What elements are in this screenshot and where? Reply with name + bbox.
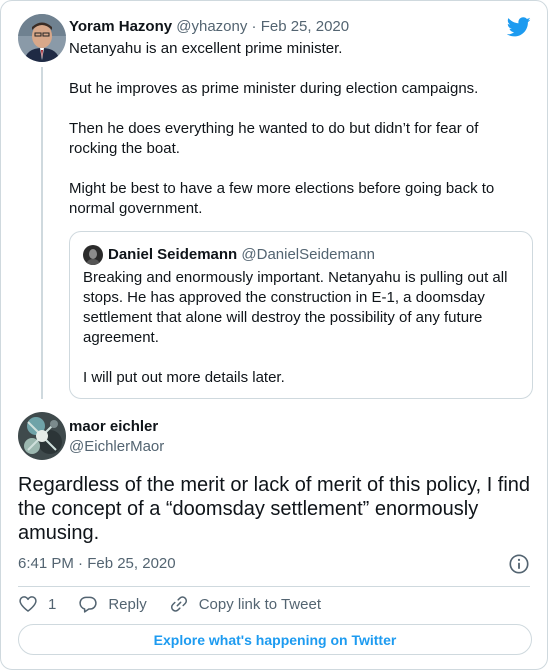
daniel-seidemann-avatar [83, 245, 103, 265]
reply-icon [79, 596, 98, 613]
quoted-paragraph: Breaking and enormously important. Netan… [83, 269, 508, 346]
twitter-bird-icon[interactable] [507, 15, 531, 39]
info-icon[interactable] [508, 553, 530, 575]
reply-to-text: Netanyahu is an excellent prime minister… [69, 39, 519, 239]
quoted-header: Daniel Seidemann @DanielSeidemann [108, 245, 375, 265]
reply-to-paragraph: Netanyahu is an excellent prime minister… [69, 40, 343, 57]
tweet-author-name-row: maor eichler [69, 417, 158, 437]
tweet-text: Regardless of the merit or lack of merit… [18, 474, 531, 544]
quoted-author-name: Daniel Seidemann [108, 246, 238, 263]
reply-button[interactable]: Reply [78, 594, 147, 614]
like-button[interactable]: 1 [18, 594, 56, 614]
reply-to-paragraph: But he improves as prime minister during… [69, 80, 479, 97]
quoted-text: Breaking and enormously important. Netan… [83, 268, 513, 408]
reply-to-header: Yoram Hazony @yhazony · Feb 25, 2020 [69, 17, 349, 37]
tweet-actions: 1 Reply Copy link to Tweet [18, 592, 343, 616]
reply-to-paragraph: Might be best to have a few more electio… [69, 180, 495, 217]
heart-icon [19, 596, 37, 612]
quoted-paragraph: I will put out more details later. [83, 369, 285, 386]
like-count: 1 [48, 595, 57, 613]
quoted-author-handle: @DanielSeidemann [241, 246, 376, 263]
yoram-hazony-avatar[interactable] [18, 14, 66, 62]
author-handle-date[interactable]: @yhazony · Feb 25, 2020 [176, 18, 349, 35]
link-icon [170, 596, 187, 612]
reply-to-paragraph: Then he does everything he wanted to do … [69, 120, 479, 157]
quoted-tweet[interactable]: Daniel Seidemann @DanielSeidemann Breaki… [69, 231, 533, 399]
tweet-author-handle[interactable]: @EichlerMaor [69, 438, 164, 455]
tweet-author-handle-row: @EichlerMaor [69, 437, 164, 457]
tweet-timestamp[interactable]: 6:41 PM · Feb 25, 2020 [18, 554, 176, 574]
copy-link-label: Copy link to Tweet [198, 595, 321, 613]
copy-link-button[interactable]: Copy link to Tweet [169, 594, 321, 614]
tweet-embed-card: Yoram Hazony @yhazony · Feb 25, 2020 Net… [0, 0, 548, 670]
reply-label: Reply [108, 595, 147, 613]
author-name[interactable]: Yoram Hazony [69, 18, 172, 35]
thread-connector-line [41, 67, 43, 399]
tweet-author-name[interactable]: maor eichler [69, 418, 158, 435]
maor-eichler-avatar[interactable] [18, 412, 66, 460]
divider [18, 586, 530, 587]
explore-twitter-button[interactable]: Explore what's happening on Twitter [18, 624, 532, 655]
